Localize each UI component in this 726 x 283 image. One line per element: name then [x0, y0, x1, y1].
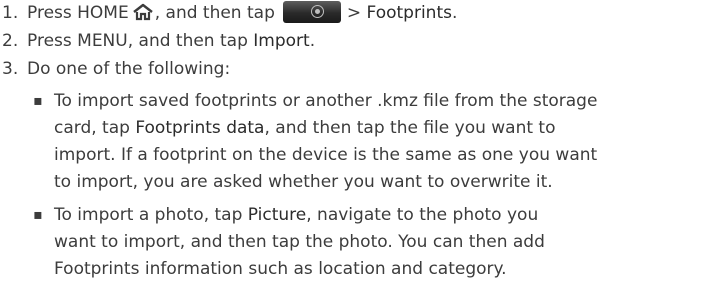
step-text: > [346, 3, 367, 23]
bullet-line: card, tap Footprints data, and then tap … [54, 115, 726, 142]
footprints-data-label: Footprints data [135, 118, 265, 138]
step-3: 3. Do one of the following: [0, 56, 230, 83]
bullet-text-segment: , navigate to the photo you [306, 205, 539, 225]
footprints-app-icon [282, 1, 341, 23]
step-number: 2. [2, 31, 19, 51]
step-2: 2. Press MENU, and then tap Import. [0, 28, 315, 55]
bullet-line: To import a photo, tap Picture, navigate… [54, 202, 726, 229]
step-number: 3. [2, 59, 19, 79]
step-text: Press MENU, and then tap [27, 31, 254, 51]
bullet-line: Footprints information such as location … [54, 259, 507, 279]
home-icon [131, 3, 155, 21]
bullet-icon: ▪ [33, 93, 43, 109]
step-text: Press HOME [27, 3, 129, 23]
step-1: 1. Press HOME , and then tap > Footprints. [0, 0, 457, 27]
footprints-label: Footprints [366, 3, 452, 23]
step-text: Do one of the following: [27, 59, 231, 79]
step-number: 1. [2, 3, 19, 23]
picture-label: Picture [247, 205, 307, 225]
bullet-text-segment: To import a photo, tap [54, 205, 248, 225]
bullet-line: To import saved footprints or another .k… [54, 91, 598, 111]
bullet-line: import. If a footprint on the device is … [54, 145, 598, 165]
step-text: , and then tap [154, 3, 275, 23]
import-label: Import [253, 31, 310, 51]
step-end: . [309, 31, 316, 51]
bullet-text-segment: , and then tap the file you want to [264, 118, 556, 138]
bullet-text-segment: card, tap [54, 118, 136, 138]
bullet-line: to import, you are asked whether you wan… [54, 172, 553, 192]
bullet-line: want to import, and then tap the photo. … [54, 232, 545, 252]
bullet-icon: ▪ [33, 207, 43, 223]
step-end: . [451, 3, 458, 23]
instructions: 1. Press HOME, and then tap > Footprints. … [0, 0, 726, 283]
